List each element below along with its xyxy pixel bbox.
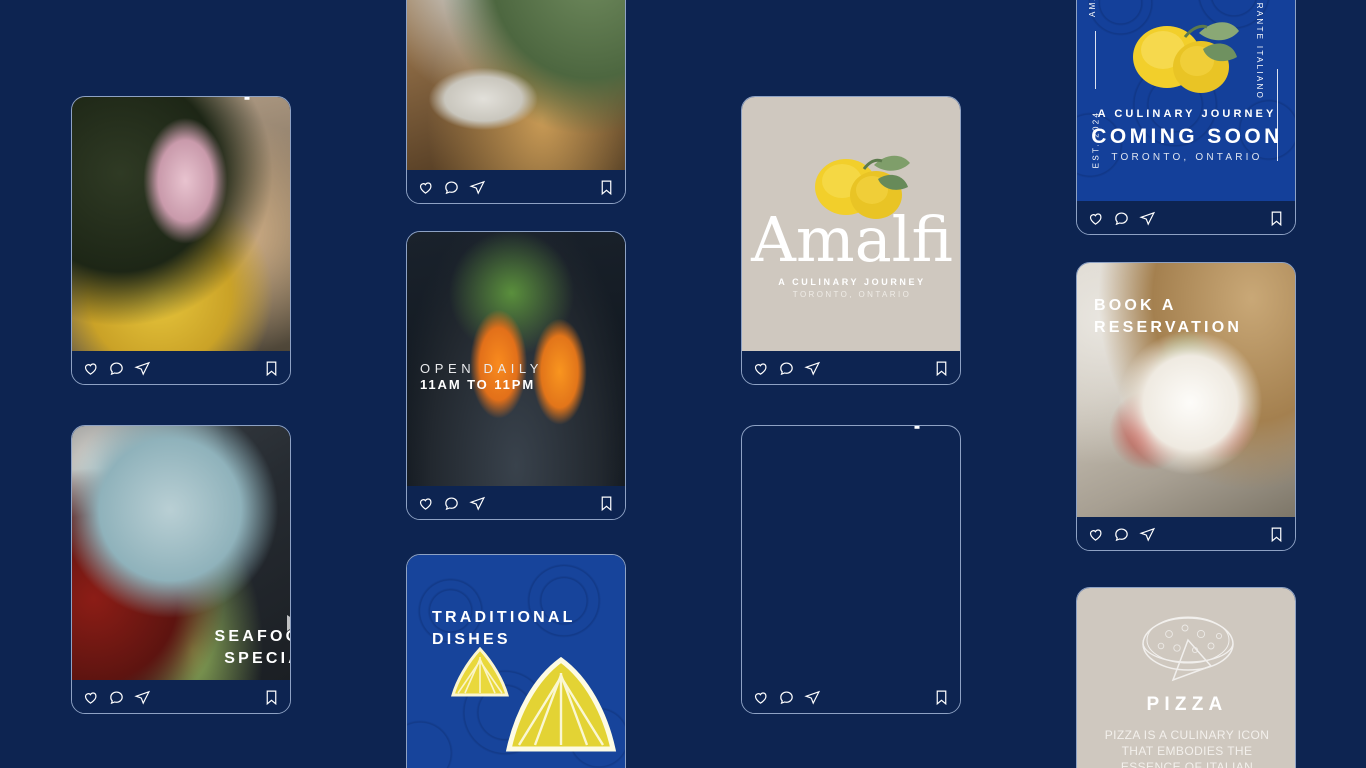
bookmark-icon[interactable] <box>598 179 615 196</box>
comment-icon[interactable] <box>108 360 125 377</box>
post-card-book-a-reservation[interactable]: BOOK A RESERVATION <box>1076 262 1296 551</box>
post-actionbar <box>1077 201 1295 234</box>
lemon-wedge-large-icon <box>505 657 617 752</box>
like-icon[interactable] <box>1087 210 1104 227</box>
like-icon[interactable] <box>417 179 434 196</box>
lemon-illustration-icon <box>1133 22 1239 93</box>
bookmark-icon[interactable] <box>263 689 280 706</box>
lemon-wedge-small-icon <box>451 647 509 697</box>
pizza-info-body-line-3: ESSENCE OF ITALIAN <box>1120 760 1254 768</box>
post-card-open-daily[interactable]: OPEN DAILY 11AM TO 11PM <box>406 231 626 520</box>
share-icon[interactable] <box>1139 526 1156 543</box>
like-icon[interactable] <box>82 689 99 706</box>
post-card-pizza-photo[interactable]: Amalfi <box>741 425 961 714</box>
post-actionbar <box>742 680 960 713</box>
share-icon[interactable] <box>469 179 486 196</box>
pizza-info-title: PIZZA <box>1146 694 1228 715</box>
seafood-overlay-line-2: SPECIAL <box>224 650 290 667</box>
amalfi-tagline: A CULINARY JOURNEY <box>778 277 926 287</box>
coming-soon-left-top-label: AMALFI CA <box>1088 0 1097 17</box>
pizza-line-art-icon <box>1142 616 1234 682</box>
post-media-coming-soon[interactable]: A CULINARY JOURNEY COMING SOON TORONTO, … <box>1077 0 1295 201</box>
post-media-book-a-reservation[interactable]: BOOK A RESERVATION <box>1077 263 1295 517</box>
post-card-amalfi-logo[interactable]: Amalfi A CULINARY JOURNEY TORONTO, ONTAR… <box>741 96 961 385</box>
open-daily-subtitle: 11AM TO 11PM <box>420 377 536 392</box>
post-actionbar <box>742 351 960 384</box>
amalfi-location: TORONTO, ONTARIO <box>792 290 912 299</box>
bookmark-icon[interactable] <box>933 360 950 377</box>
bookmark-icon[interactable] <box>1268 526 1285 543</box>
post-media-pizza-photo[interactable]: Amalfi <box>742 426 960 680</box>
bookmark-icon[interactable] <box>598 495 615 512</box>
share-icon[interactable] <box>134 360 151 377</box>
comment-icon[interactable] <box>108 689 125 706</box>
like-icon[interactable] <box>417 495 434 512</box>
share-icon[interactable] <box>804 689 821 706</box>
share-icon[interactable] <box>1139 210 1156 227</box>
like-icon[interactable] <box>752 689 769 706</box>
coming-soon-location: TORONTO, ONTARIO <box>1111 152 1263 163</box>
post-card-seafood-special[interactable]: SEAFOOD SPECIAL <box>71 425 291 714</box>
post-card-cocktail[interactable]: Amalfi <box>71 96 291 385</box>
like-icon[interactable] <box>1087 526 1104 543</box>
spritz-photo <box>407 232 625 486</box>
post-card-coming-soon[interactable]: A CULINARY JOURNEY COMING SOON TORONTO, … <box>1076 0 1296 235</box>
open-daily-title: OPEN DAILY <box>420 361 544 376</box>
instagram-grid-board: Amalfi SEAFOOD SPECIAL <box>0 0 1366 768</box>
comment-icon[interactable] <box>778 360 795 377</box>
cocktail-photo <box>72 97 290 351</box>
post-actionbar <box>407 170 625 203</box>
bookmark-icon[interactable] <box>933 689 950 706</box>
post-actionbar <box>407 486 625 519</box>
coming-soon-right-label: RISTORANTE ITALIANO <box>1254 0 1264 101</box>
post-media-amalfi-logo[interactable]: Amalfi A CULINARY JOURNEY TORONTO, ONTAR… <box>742 97 960 351</box>
share-icon[interactable] <box>469 495 486 512</box>
post-actionbar <box>72 680 290 713</box>
bookmark-icon[interactable] <box>1268 210 1285 227</box>
post-actionbar <box>1077 517 1295 550</box>
share-icon[interactable] <box>804 360 821 377</box>
post-media-table-setting[interactable] <box>407 0 625 170</box>
like-icon[interactable] <box>82 360 99 377</box>
coming-soon-kicker: A CULINARY JOURNEY <box>1097 108 1277 120</box>
pizza-info-body-line-1: PIZZA IS A CULINARY ICON <box>1104 728 1270 742</box>
post-media-traditional-dishes[interactable]: TRADITIONAL DISHES <box>407 555 625 768</box>
amalfi-watermark: Amalfi <box>222 97 290 101</box>
comment-icon[interactable] <box>778 689 795 706</box>
post-media-cocktail[interactable]: Amalfi <box>72 97 290 351</box>
coming-soon-rule-left <box>1095 31 1096 89</box>
amalfi-wordmark: Amalfi <box>751 203 953 276</box>
post-actionbar <box>72 351 290 384</box>
post-card-traditional-dishes[interactable]: TRADITIONAL DISHES <box>406 554 626 768</box>
bookmark-icon[interactable] <box>263 360 280 377</box>
post-card-pizza-info[interactable]: PIZZA PIZZA IS A CULINARY ICON THAT EMBO… <box>1076 587 1296 768</box>
coming-soon-left-bottom-label: EST. 2024 <box>1091 110 1101 169</box>
pizza-info-body-line-2: THAT EMBODIES THE <box>1121 744 1253 758</box>
share-icon[interactable] <box>134 689 151 706</box>
reservation-line-1: BOOK A <box>1094 297 1177 314</box>
comment-icon[interactable] <box>443 495 460 512</box>
seafood-overlay-line-1: SEAFOOD <box>214 628 290 645</box>
comment-icon[interactable] <box>443 179 460 196</box>
coming-soon-title: COMING SOON <box>1091 125 1283 148</box>
amalfi-watermark: Amalfi <box>892 426 960 430</box>
like-icon[interactable] <box>752 360 769 377</box>
post-media-open-daily[interactable]: OPEN DAILY 11AM TO 11PM <box>407 232 625 486</box>
comment-icon[interactable] <box>1113 526 1130 543</box>
post-card-table-setting[interactable] <box>406 0 626 204</box>
comment-icon[interactable] <box>1113 210 1130 227</box>
pizza-photo <box>742 426 960 680</box>
post-media-pizza-info[interactable]: PIZZA PIZZA IS A CULINARY ICON THAT EMBO… <box>1077 588 1295 768</box>
table-setting-photo <box>407 0 625 170</box>
coming-soon-rule-right <box>1277 69 1278 161</box>
traditional-dishes-line-2: DISHES <box>432 631 511 648</box>
post-media-seafood-special[interactable]: SEAFOOD SPECIAL <box>72 426 290 680</box>
reservation-line-2: RESERVATION <box>1094 319 1243 336</box>
traditional-dishes-line-1: TRADITIONAL <box>432 609 576 626</box>
